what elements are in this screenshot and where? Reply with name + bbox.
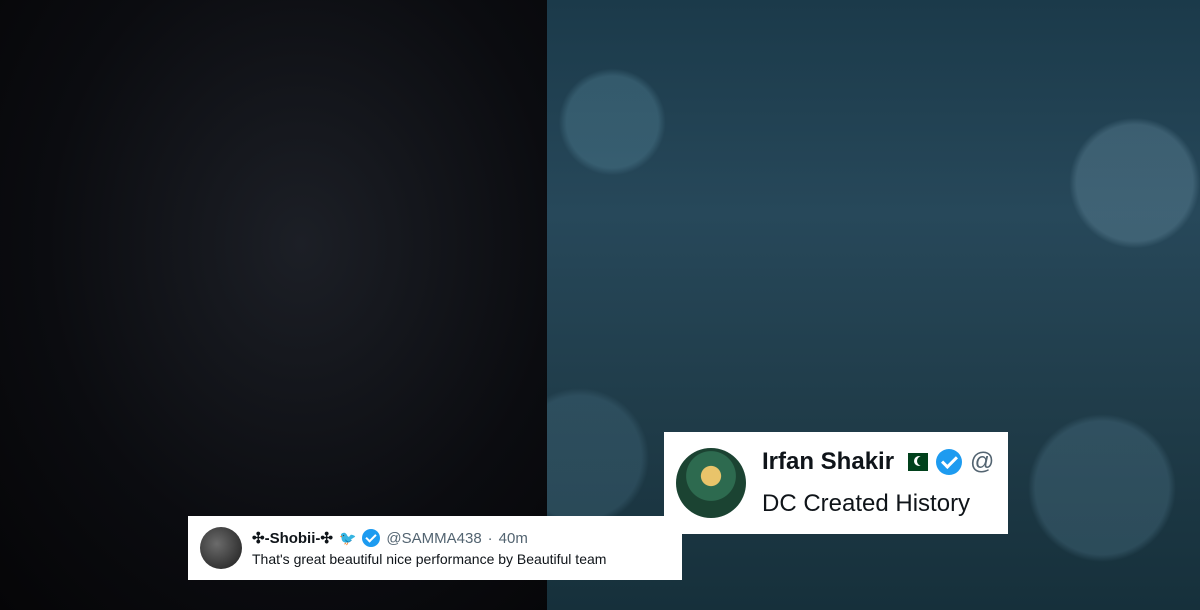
- separator-dot: ·: [487, 529, 493, 547]
- tweet-text: DC Created History: [762, 490, 971, 517]
- tweet-meta: ✣-Shobii-✣ 🐦 @SAMMA438 · 40m That's grea…: [252, 529, 606, 567]
- avatar[interactable]: [200, 527, 242, 569]
- article-header-image: ✣-Shobii-✣ 🐦 @SAMMA438 · 40m That's grea…: [0, 0, 1200, 610]
- verified-badge-icon: [936, 449, 963, 475]
- pakistan-flag-icon: [902, 453, 929, 471]
- tweet-header: ✣-Shobii-✣ 🐦 @SAMMA438 · 40m: [252, 529, 606, 547]
- tweet-text: That's great beautiful nice performance …: [252, 551, 607, 567]
- display-name[interactable]: Irfan Shakir: [762, 448, 894, 476]
- tweet-card-irfan-shakir[interactable]: Irfan Shakir @ DC Created History: [664, 432, 1008, 534]
- user-handle[interactable]: @: [970, 448, 994, 476]
- tweet-meta: Irfan Shakir @ DC Created History: [762, 448, 994, 518]
- tweet-header: Irfan Shakir @: [762, 448, 994, 476]
- verified-badge-icon: [362, 529, 381, 547]
- tweet-card-shobii[interactable]: ✣-Shobii-✣ 🐦 @SAMMA438 · 40m That's grea…: [188, 516, 682, 580]
- tweet-time[interactable]: 40m: [499, 530, 528, 547]
- user-handle[interactable]: @SAMMA438: [386, 530, 481, 547]
- avatar[interactable]: [676, 448, 746, 518]
- twitter-bird-icon: 🐦: [338, 529, 357, 546]
- display-name[interactable]: ✣-Shobii-✣: [252, 529, 333, 547]
